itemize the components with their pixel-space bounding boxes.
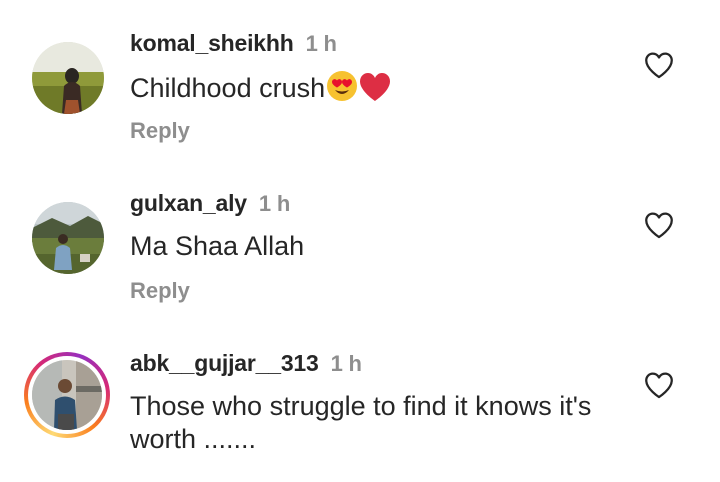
avatar-photo: [32, 42, 104, 114]
username-text[interactable]: abk__gujjar__313: [130, 350, 319, 376]
comment-text-content: Those who struggle to find it knows it's…: [130, 391, 592, 454]
like-button[interactable]: [642, 208, 676, 242]
comment-timestamp: 1 h: [258, 191, 291, 216]
avatar-story-ring[interactable]: [24, 352, 110, 438]
heart-outline-icon: [645, 52, 673, 79]
comment-text: Those who struggle to find it knows it's…: [130, 390, 630, 456]
username-text[interactable]: gulxan_aly: [130, 190, 247, 216]
comment-username[interactable]: abk__gujjar__313 1 h: [130, 350, 362, 377]
red-heart-emoji: [359, 72, 391, 110]
like-button[interactable]: [642, 368, 676, 402]
avatar[interactable]: [31, 41, 105, 115]
comment-text-content: Ma Shaa Allah: [130, 231, 305, 261]
like-button[interactable]: [642, 48, 676, 82]
avatar-photo: [32, 202, 104, 274]
comment-username[interactable]: gulxan_aly 1 h: [130, 190, 290, 217]
comment-text: Ma Shaa Allah: [130, 230, 630, 263]
heart-eyes-emoji: [326, 70, 358, 110]
heart-outline-icon: [645, 372, 673, 399]
reply-button[interactable]: Reply: [130, 278, 190, 304]
comment-item: gulxan_aly 1 h Ma Shaa Allah Reply: [0, 160, 720, 320]
avatar[interactable]: [31, 201, 105, 275]
heart-outline-icon: [645, 212, 673, 239]
reply-button[interactable]: Reply: [130, 118, 190, 144]
comment-item: komal_sheikhh 1 h Childhood crush Reply: [0, 0, 720, 160]
comment-username[interactable]: komal_sheikhh 1 h: [130, 30, 337, 57]
comment-timestamp: 1 h: [305, 31, 337, 56]
comment-text-content: Childhood crush: [130, 73, 326, 103]
username-text[interactable]: komal_sheikhh: [130, 30, 294, 56]
avatar: [32, 360, 102, 430]
comment-timestamp: 1 h: [330, 351, 362, 376]
comment-text: Childhood crush: [130, 70, 630, 110]
comment-item: abk__gujjar__313 1 h Those who struggle t…: [0, 320, 720, 482]
avatar-photo: [32, 360, 102, 430]
